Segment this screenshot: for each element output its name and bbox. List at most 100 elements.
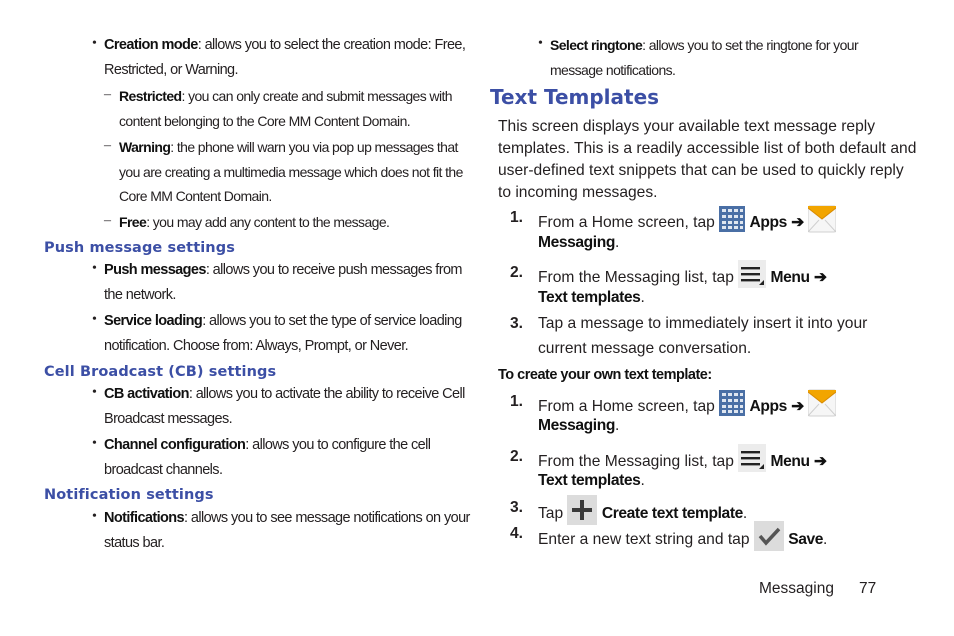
step-b-1: 1. From a Home screen, tap Apps ➔ Messag… bbox=[510, 389, 930, 439]
step-number: 2. bbox=[510, 448, 524, 465]
punct: . bbox=[640, 472, 645, 489]
notifications-item: Notifications: allows you to see message… bbox=[104, 506, 470, 555]
step-b-4: 4. Enter a new text string and tap Save. bbox=[510, 521, 930, 551]
desc: notification. Choose from: Always, Promp… bbox=[104, 337, 409, 354]
step-b-2: 2. From the Messaging list, tap Menu ➔ T… bbox=[510, 444, 930, 494]
footer-section-name: Messaging bbox=[759, 580, 834, 597]
cb-activation-item: CB activation: allows you to activate th… bbox=[104, 382, 465, 431]
step-number: 3. bbox=[510, 315, 524, 332]
step-number: 3. bbox=[510, 499, 524, 516]
dash-icon: – bbox=[104, 213, 111, 228]
punct: . bbox=[615, 234, 620, 251]
service-loading-item: Service loading: allows you to set the t… bbox=[104, 309, 462, 358]
text-templates-label: Text templates bbox=[538, 472, 641, 489]
apps-grid-icon[interactable] bbox=[719, 206, 746, 240]
creation-mode-item: Creation mode: allows you to select the … bbox=[104, 33, 466, 82]
warning-item: Warning: the phone will warn you via pop… bbox=[119, 135, 463, 209]
bullet-icon: • bbox=[92, 385, 97, 400]
step-text-pre: Tap bbox=[538, 505, 568, 523]
desc: : allows you to receive push messages fr… bbox=[205, 262, 463, 278]
push-messages-item: Push messages: allows you to receive pus… bbox=[104, 258, 463, 307]
menu-icon[interactable] bbox=[738, 444, 767, 480]
desc: broadcast channels. bbox=[104, 461, 223, 478]
term: Free bbox=[119, 214, 147, 230]
desc: : you may add any content to the message… bbox=[146, 214, 390, 230]
intro-line: templates. This is a readily accessible … bbox=[498, 140, 917, 157]
punct: . bbox=[742, 505, 748, 523]
step-a-2: 2. From the Messaging list, tap Menu ➔ T… bbox=[510, 260, 930, 310]
step-a-3: 3. Tap a message to immediately insert i… bbox=[510, 311, 930, 361]
term: Notifications bbox=[104, 510, 185, 526]
step-text: Enter a new text string and tap Save. bbox=[538, 521, 827, 559]
apps-label: Apps bbox=[749, 214, 787, 232]
page-number: 77 bbox=[859, 580, 877, 597]
step-text-line2: Text templates. bbox=[538, 285, 645, 310]
messaging-envelope-icon[interactable] bbox=[807, 389, 837, 425]
step-text-line2: Messaging. bbox=[538, 413, 619, 438]
section-heading-push: Push message settings bbox=[44, 240, 235, 256]
arrow-icon: ➔ bbox=[791, 398, 804, 416]
desc: : allows you to set the ringtone for you… bbox=[642, 37, 859, 53]
step-text-pre: From a Home screen, tap bbox=[538, 214, 720, 232]
section-heading-cell-broadcast: Cell Broadcast (CB) settings bbox=[44, 364, 277, 380]
create-text-template-label: Create text template bbox=[601, 505, 743, 523]
menu-icon[interactable] bbox=[738, 260, 767, 296]
step-text-pre: From the Messaging list, tap bbox=[538, 269, 739, 287]
term: Channel configuration bbox=[104, 437, 246, 453]
punct: . bbox=[615, 417, 620, 434]
desc: you are creating a multimedia message wh… bbox=[119, 163, 463, 180]
text-templates-label: Text templates bbox=[538, 289, 641, 306]
punct: . bbox=[640, 289, 645, 306]
term: Warning bbox=[119, 139, 171, 155]
term: CB activation bbox=[104, 386, 189, 402]
step-number: 2. bbox=[510, 264, 524, 281]
term: Service loading bbox=[104, 313, 203, 329]
bullet-icon: • bbox=[92, 36, 97, 51]
arrow-icon: ➔ bbox=[791, 214, 804, 232]
desc: : allows you to select the creation mode… bbox=[197, 37, 466, 53]
section-heading-notification: Notification settings bbox=[44, 487, 214, 503]
bullet-icon: • bbox=[92, 261, 97, 276]
step-number: 4. bbox=[510, 525, 524, 542]
step-number: 1. bbox=[510, 393, 524, 410]
desc: : allows you to activate the ability to … bbox=[188, 386, 465, 402]
term: Push messages bbox=[104, 262, 206, 278]
step-text-line2: Text templates. bbox=[538, 468, 645, 493]
save-label: Save bbox=[788, 531, 824, 549]
desc: : allows you to configure the cell bbox=[245, 437, 431, 453]
channel-configuration-item: Channel configuration: allows you to con… bbox=[104, 433, 431, 482]
dash-icon: – bbox=[104, 87, 111, 102]
step-text-pre: Enter a new text string and tap bbox=[538, 531, 754, 549]
desc: message notifications. bbox=[550, 61, 676, 78]
free-item: Free: you may add any content to the mes… bbox=[119, 210, 390, 235]
apps-label: Apps bbox=[749, 398, 787, 416]
desc: status bar. bbox=[104, 534, 165, 551]
bullet-icon: • bbox=[92, 312, 97, 327]
step-a-1: 1. From a Home screen, tap Apps ➔ Messag… bbox=[510, 205, 930, 255]
term: Select ringtone bbox=[550, 37, 643, 53]
apps-grid-icon[interactable] bbox=[719, 390, 746, 424]
bullet-icon: • bbox=[92, 436, 97, 451]
bullet-icon: • bbox=[538, 36, 543, 51]
select-ringtone-item: Select ringtone: allows you to set the r… bbox=[550, 33, 859, 82]
desc: : allows you to set the type of service … bbox=[202, 313, 462, 329]
arrow-icon: ➔ bbox=[814, 453, 827, 471]
term: Creation mode bbox=[104, 37, 198, 53]
intro-line: This screen displays your available text… bbox=[498, 118, 876, 135]
procedure-label: To create your own text template: bbox=[498, 367, 712, 383]
checkmark-icon[interactable] bbox=[753, 521, 784, 559]
page-title: Text Templates bbox=[490, 85, 660, 109]
intro-paragraph: This screen displays your available text… bbox=[498, 116, 916, 204]
desc: : the phone will warn you via pop up mes… bbox=[170, 139, 458, 155]
punct: . bbox=[823, 531, 828, 549]
intro-line: to incoming messages. bbox=[498, 184, 658, 201]
desc: content belonging to the Core MM Content… bbox=[119, 112, 411, 129]
messaging-envelope-icon[interactable] bbox=[807, 205, 837, 241]
step-text-line2: current message conversation. bbox=[538, 340, 752, 357]
desc: : allows you to see message notification… bbox=[184, 510, 470, 526]
menu-label: Menu bbox=[770, 269, 811, 287]
messaging-label: Messaging bbox=[538, 234, 615, 251]
step-text-line2: Messaging. bbox=[538, 230, 619, 255]
desc: : you can only create and submit message… bbox=[181, 88, 452, 104]
bullet-icon: • bbox=[92, 509, 97, 524]
